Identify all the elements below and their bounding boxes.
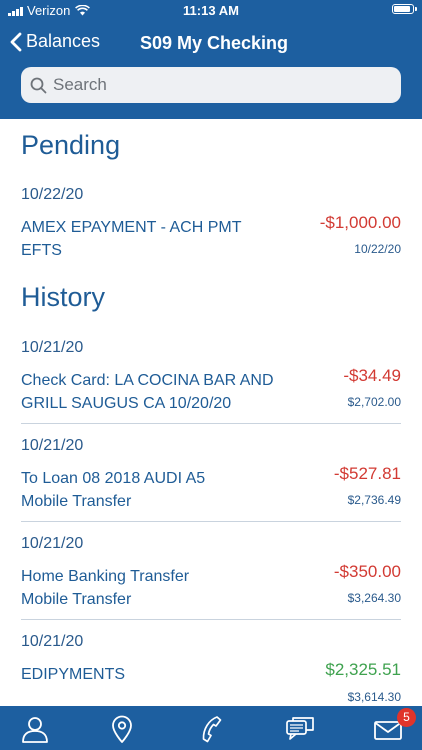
transaction-description: EDIPYMENTS [21, 663, 311, 686]
search-input[interactable] [53, 75, 373, 95]
running-balance: $3,614.30 [347, 690, 401, 704]
phone-icon[interactable] [197, 715, 227, 743]
transaction-date: 10/21/20 [21, 437, 84, 454]
pending-section-title: Pending [21, 130, 121, 160]
running-balance: $2,736.49 [347, 493, 401, 507]
transaction-description-line1: Check Card: LA COCINA BAR AND [21, 372, 274, 389]
row-divider [21, 619, 401, 620]
running-balance: $3,264.30 [347, 591, 401, 605]
chevron-left-icon [10, 32, 22, 51]
transaction-posted-date: 10/22/20 [354, 242, 401, 256]
transaction-description-line2: Mobile Transfer [21, 493, 132, 510]
transaction-amount: -$1,000.00 [319, 213, 401, 232]
transaction-amount: -$34.49 [343, 366, 401, 385]
running-balance: $2,702.00 [347, 395, 401, 409]
history-section-title: History [21, 282, 106, 312]
back-button[interactable]: Balances [10, 31, 100, 52]
chat-bubbles-icon[interactable] [285, 715, 315, 743]
transactions-list: Pending 10/22/20 AMEX EPAYMENT - ACH PMT… [0, 119, 422, 706]
transaction-date: 10/22/20 [21, 186, 84, 203]
battery-group [392, 4, 417, 14]
transaction-amount: $2,325.51 [325, 660, 401, 679]
person-icon[interactable] [20, 715, 50, 743]
transaction-description: AMEX EPAYMENT - ACH PMT EFTS [21, 216, 311, 262]
status-time: 11:13 AM [183, 3, 239, 18]
transaction-description-line1: Home Banking Transfer [21, 568, 190, 585]
app-header: Verizon 11:13 AM Balances S09 My Checkin… [0, 0, 422, 119]
mail-badge: 5 [397, 708, 416, 727]
back-button-label: Balances [26, 31, 101, 51]
transaction-description-line2: GRILL SAUGUS CA 10/20/20 [21, 395, 232, 412]
location-pin-icon[interactable] [107, 715, 137, 743]
transaction-description: To Loan 08 2018 AUDI A5 Mobile Transfer [21, 467, 311, 513]
transaction-description-line1: To Loan 08 2018 AUDI A5 [21, 470, 206, 487]
transaction-amount: -$350.00 [333, 562, 401, 581]
page-title: S09 My Checking [140, 33, 289, 53]
transaction-description-line1: AMEX EPAYMENT - ACH PMT [21, 219, 242, 236]
battery-icon [392, 4, 417, 14]
transaction-date: 10/21/20 [21, 535, 84, 552]
search-bar[interactable] [21, 67, 401, 103]
transaction-date: 10/21/20 [21, 633, 84, 650]
row-divider [21, 423, 401, 424]
transaction-description-line2: EFTS [21, 242, 62, 259]
transaction-description-line1: EDIPYMENTS [21, 666, 126, 683]
status-bar: Verizon 11:13 AM [0, 0, 422, 24]
transaction-description: Check Card: LA COCINA BAR AND GRILL SAUG… [21, 369, 311, 415]
transaction-date: 10/21/20 [21, 339, 84, 356]
search-icon [30, 77, 47, 93]
tab-bar [0, 706, 422, 750]
transaction-description-line2: Mobile Transfer [21, 591, 132, 608]
transaction-amount: -$527.81 [333, 464, 401, 483]
row-divider [21, 521, 401, 522]
transaction-description: Home Banking Transfer Mobile Transfer [21, 565, 311, 611]
